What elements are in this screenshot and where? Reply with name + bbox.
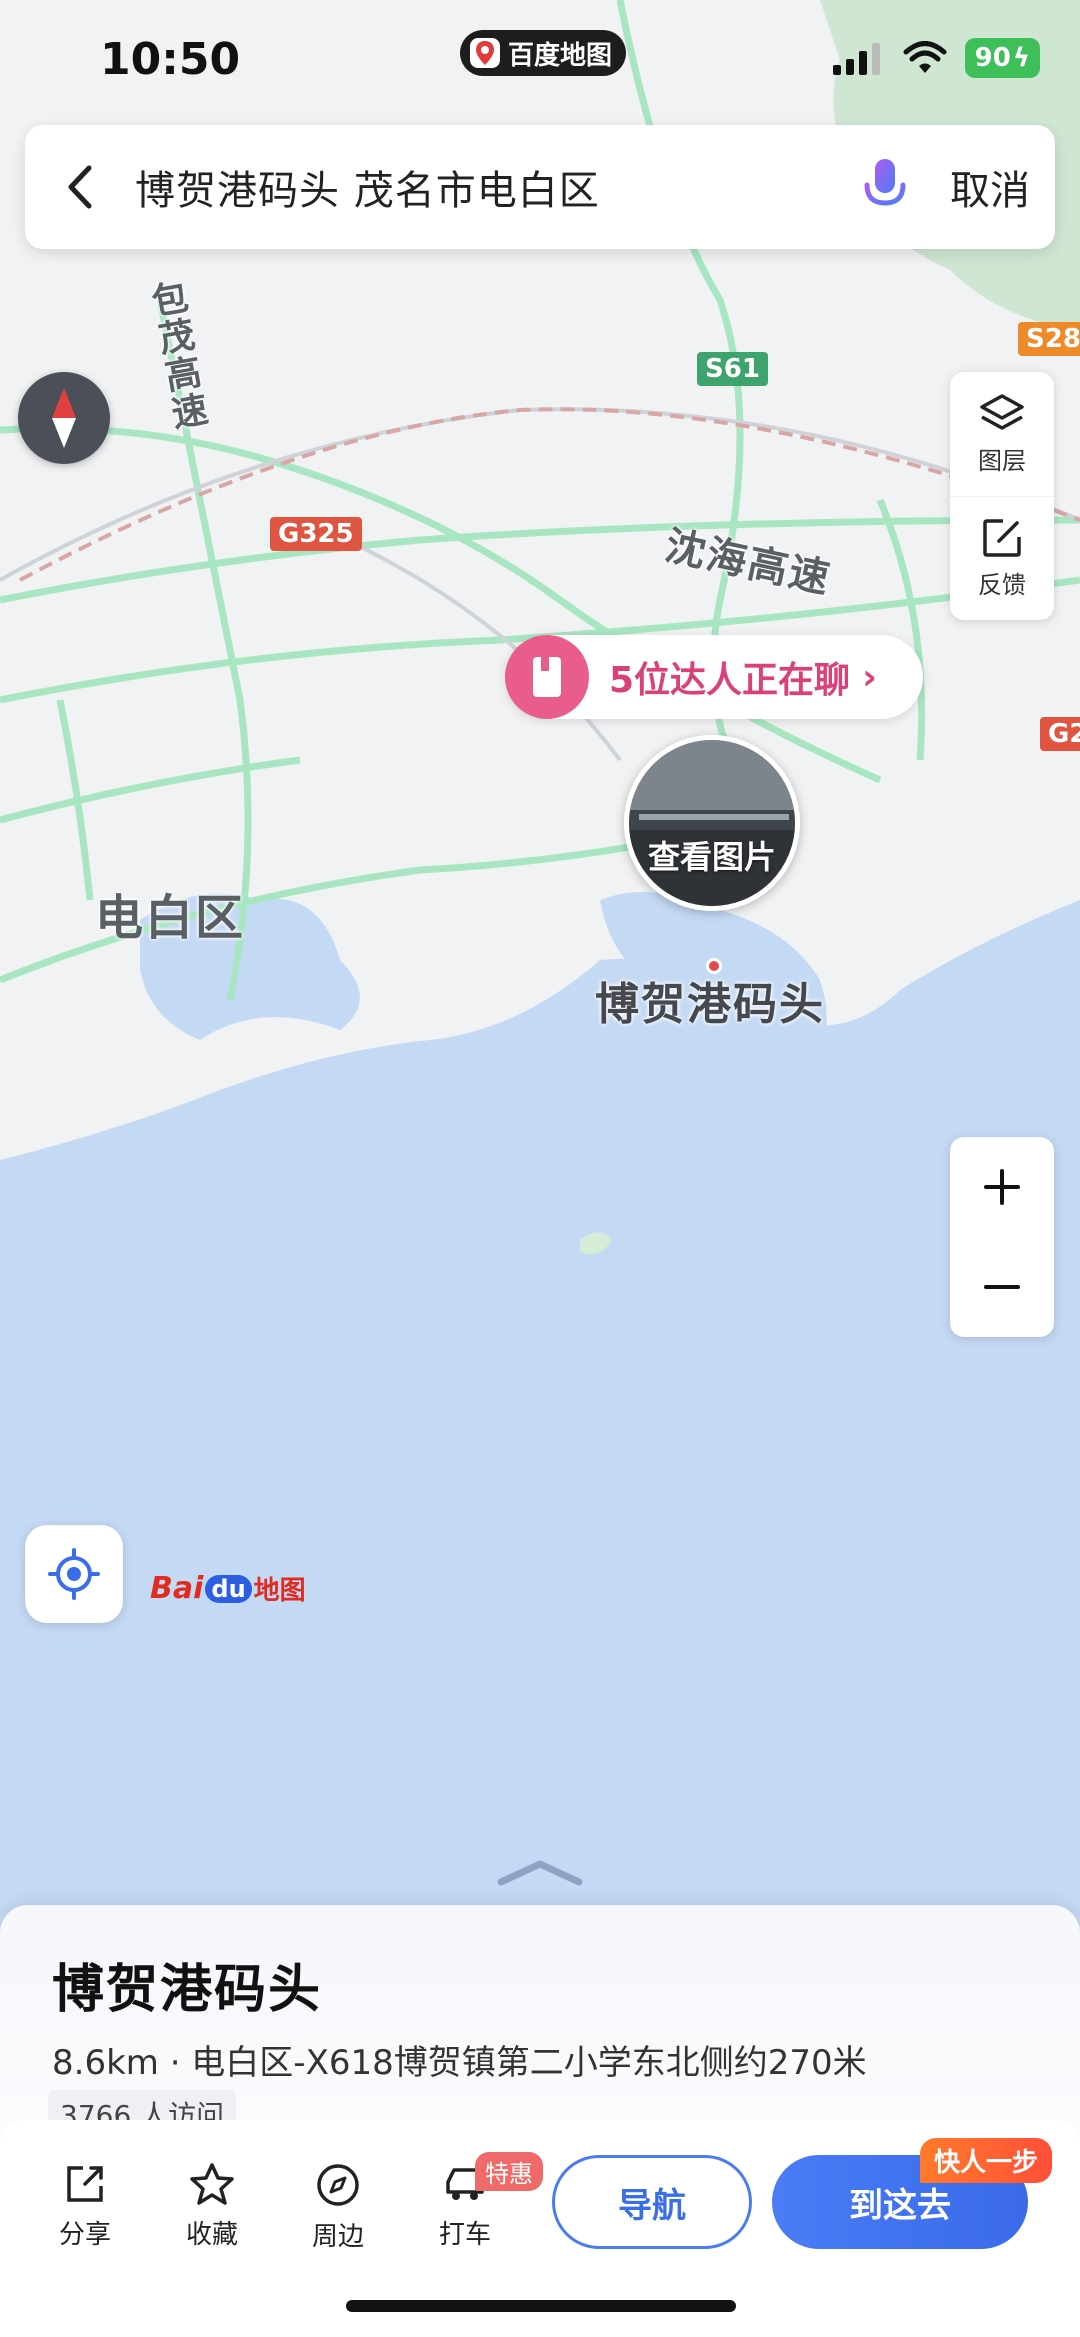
chevron-right-icon: › [862,656,877,698]
crosshair-location-icon [48,1548,100,1600]
layers-icon [980,393,1024,430]
fast-promo-tag: 快人一步 [920,2138,1053,2183]
favorite-label: 收藏 [185,2220,238,2250]
chat-bubble-button[interactable]: 5位达人正在聊 › [505,635,923,719]
poi-photo-button[interactable]: 查看图片 [624,735,800,911]
baidu-map-logo: Bai du 地图 [150,1571,306,1606]
taxi-promo-tag: 特惠 [475,2152,543,2191]
layers-label: 图层 [978,446,1026,475]
place-title: 博贺港码头 [52,1960,323,2020]
status-app-name: 百度地图 [508,40,613,71]
feedback-edit-icon [983,519,1021,557]
layers-button[interactable]: 图层 [950,372,1054,496]
compass-button[interactable] [18,372,110,464]
zoom-in-button[interactable] [950,1137,1054,1237]
chat-book-icon [505,635,589,719]
favorite-button[interactable]: 收藏 [162,2162,262,2251]
poi-photo-label: 查看图片 [647,838,776,876]
chevron-left-icon [68,165,92,209]
back-button[interactable] [25,125,135,249]
search-bar: 博贺港码头 茂名市电白区 取消 [25,125,1055,249]
status-app-pill: 百度地图 [460,30,627,76]
zoom-out-button[interactable] [950,1237,1054,1337]
chat-bubble-text: 5位达人正在聊 [609,660,851,701]
nearby-label: 周边 [311,2222,364,2252]
navigate-button[interactable]: 导航 [552,2155,752,2249]
share-label: 分享 [58,2220,111,2250]
minus-icon [984,1285,1020,1289]
sheet-expand-handle-icon[interactable] [497,1858,583,1888]
search-query[interactable]: 博贺港码头 茂名市电白区 [135,158,845,216]
road-badge-g325: G325 [270,517,362,551]
status-bar: 10:50 百度地图 90 ϟ [0,0,1080,120]
taxi-button[interactable]: 特惠 打车 [415,2152,543,2251]
share-button[interactable]: 分享 [35,2162,135,2251]
charging-bolt-icon: ϟ [1012,43,1030,73]
zoom-controls [950,1137,1054,1337]
road-badge-s61: S61 [697,352,768,386]
microphone-icon [864,159,906,216]
voice-search-button[interactable] [845,157,925,217]
status-time: 10:50 [100,34,241,85]
cellular-signal-icon [832,43,880,75]
feedback-button[interactable]: 反馈 [950,496,1054,620]
label-district: 电白区 [95,890,246,946]
place-address: 8.6km · 电白区-X618博贺镇第二小学东北侧约270米 [52,2043,867,2083]
compass-icon [52,388,76,448]
road-badge-s28: S28 [1018,322,1080,356]
poi-map-name[interactable]: 博贺港码头 [595,968,825,1032]
nearby-button[interactable]: 周边 [288,2162,388,2253]
home-indicator[interactable] [346,2300,736,2312]
plus-icon [984,1169,1020,1205]
battery-level: 90 [974,43,1011,73]
baidu-map-app-icon [470,38,500,68]
poi-photo-thumbnail [629,740,795,906]
feedback-label: 反馈 [978,571,1026,599]
taxi-label: 打车 [438,2220,491,2250]
wifi-icon [903,41,947,73]
locate-me-button[interactable] [25,1525,123,1623]
map-tools-panel: 图层 反馈 [950,372,1054,620]
cancel-button[interactable]: 取消 [925,158,1055,216]
share-icon [67,2166,103,2202]
road-badge-g2: G2 [1040,717,1080,751]
status-icons: 90 ϟ [832,38,1040,78]
compass-nearby-icon [317,2164,359,2206]
battery-indicator: 90 ϟ [964,38,1040,78]
map-view[interactable]: G325 S61 S28 G2 包茂高速 沈海高速 电白区 [0,0,1080,1960]
star-icon [190,2163,234,2205]
